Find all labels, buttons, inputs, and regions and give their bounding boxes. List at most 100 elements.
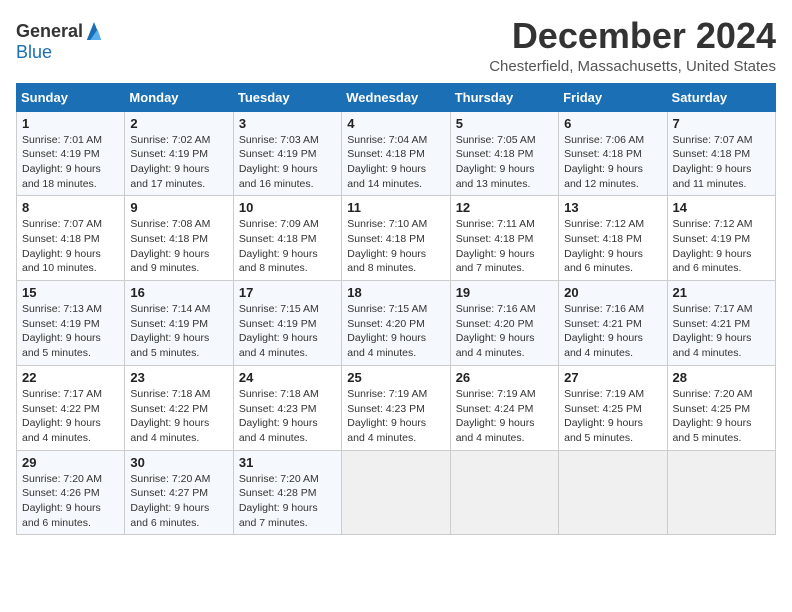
day-info: Sunrise: 7:02 AM Sunset: 4:19 PM Dayligh… bbox=[130, 133, 227, 192]
sunrise-label: Sunrise: 7:20 AM bbox=[239, 473, 319, 485]
day-info: Sunrise: 7:18 AM Sunset: 4:22 PM Dayligh… bbox=[130, 387, 227, 446]
daylight-label: Daylight: 9 hours and 4 minutes. bbox=[130, 417, 209, 444]
sunrise-label: Sunrise: 7:16 AM bbox=[456, 303, 536, 315]
day-number: 20 bbox=[564, 285, 661, 300]
calendar-day-cell: 28 Sunrise: 7:20 AM Sunset: 4:25 PM Dayl… bbox=[667, 365, 775, 450]
calendar-day-cell: 19 Sunrise: 7:16 AM Sunset: 4:20 PM Dayl… bbox=[450, 281, 558, 366]
day-info: Sunrise: 7:19 AM Sunset: 4:25 PM Dayligh… bbox=[564, 387, 661, 446]
day-info: Sunrise: 7:19 AM Sunset: 4:23 PM Dayligh… bbox=[347, 387, 444, 446]
sunrise-label: Sunrise: 7:20 AM bbox=[22, 473, 102, 485]
sunset-label: Sunset: 4:25 PM bbox=[673, 403, 751, 415]
daylight-label: Daylight: 9 hours and 4 minutes. bbox=[456, 417, 535, 444]
day-number: 8 bbox=[22, 200, 119, 215]
day-number: 26 bbox=[456, 370, 553, 385]
daylight-label: Daylight: 9 hours and 14 minutes. bbox=[347, 163, 426, 190]
daylight-label: Daylight: 9 hours and 4 minutes. bbox=[673, 332, 752, 359]
day-number: 11 bbox=[347, 200, 444, 215]
day-info: Sunrise: 7:19 AM Sunset: 4:24 PM Dayligh… bbox=[456, 387, 553, 446]
daylight-label: Daylight: 9 hours and 7 minutes. bbox=[456, 248, 535, 275]
sunrise-label: Sunrise: 7:09 AM bbox=[239, 218, 319, 230]
calendar-week-row: 1 Sunrise: 7:01 AM Sunset: 4:19 PM Dayli… bbox=[17, 111, 776, 196]
daylight-label: Daylight: 9 hours and 13 minutes. bbox=[456, 163, 535, 190]
sunset-label: Sunset: 4:19 PM bbox=[239, 148, 317, 160]
daylight-label: Daylight: 9 hours and 11 minutes. bbox=[673, 163, 752, 190]
daylight-label: Daylight: 9 hours and 5 minutes. bbox=[130, 332, 209, 359]
day-number: 31 bbox=[239, 455, 336, 470]
calendar-day-cell: 22 Sunrise: 7:17 AM Sunset: 4:22 PM Dayl… bbox=[17, 365, 125, 450]
daylight-label: Daylight: 9 hours and 4 minutes. bbox=[456, 332, 535, 359]
calendar-day-cell: 20 Sunrise: 7:16 AM Sunset: 4:21 PM Dayl… bbox=[559, 281, 667, 366]
calendar-week-row: 8 Sunrise: 7:07 AM Sunset: 4:18 PM Dayli… bbox=[17, 196, 776, 281]
calendar-day-cell: 15 Sunrise: 7:13 AM Sunset: 4:19 PM Dayl… bbox=[17, 281, 125, 366]
calendar-day-cell: 7 Sunrise: 7:07 AM Sunset: 4:18 PM Dayli… bbox=[667, 111, 775, 196]
sunrise-label: Sunrise: 7:17 AM bbox=[673, 303, 753, 315]
day-number: 28 bbox=[673, 370, 770, 385]
day-number: 18 bbox=[347, 285, 444, 300]
sunset-label: Sunset: 4:25 PM bbox=[564, 403, 642, 415]
sunrise-label: Sunrise: 7:17 AM bbox=[22, 388, 102, 400]
day-number: 22 bbox=[22, 370, 119, 385]
day-number: 9 bbox=[130, 200, 227, 215]
calendar-day-cell bbox=[450, 450, 558, 535]
logo: General Blue bbox=[16, 20, 103, 63]
daylight-label: Daylight: 9 hours and 6 minutes. bbox=[564, 248, 643, 275]
sunset-label: Sunset: 4:22 PM bbox=[130, 403, 208, 415]
day-number: 25 bbox=[347, 370, 444, 385]
day-number: 7 bbox=[673, 116, 770, 131]
day-info: Sunrise: 7:14 AM Sunset: 4:19 PM Dayligh… bbox=[130, 302, 227, 361]
daylight-label: Daylight: 9 hours and 16 minutes. bbox=[239, 163, 318, 190]
day-info: Sunrise: 7:12 AM Sunset: 4:18 PM Dayligh… bbox=[564, 217, 661, 276]
sunset-label: Sunset: 4:23 PM bbox=[239, 403, 317, 415]
day-number: 17 bbox=[239, 285, 336, 300]
day-info: Sunrise: 7:18 AM Sunset: 4:23 PM Dayligh… bbox=[239, 387, 336, 446]
sunrise-label: Sunrise: 7:12 AM bbox=[673, 218, 753, 230]
calendar-day-cell: 12 Sunrise: 7:11 AM Sunset: 4:18 PM Dayl… bbox=[450, 196, 558, 281]
sunset-label: Sunset: 4:22 PM bbox=[22, 403, 100, 415]
daylight-label: Daylight: 9 hours and 4 minutes. bbox=[22, 417, 101, 444]
daylight-label: Daylight: 9 hours and 18 minutes. bbox=[22, 163, 101, 190]
sunrise-label: Sunrise: 7:01 AM bbox=[22, 134, 102, 146]
daylight-label: Daylight: 9 hours and 5 minutes. bbox=[564, 417, 643, 444]
sunrise-label: Sunrise: 7:07 AM bbox=[673, 134, 753, 146]
daylight-label: Daylight: 9 hours and 12 minutes. bbox=[564, 163, 643, 190]
sunset-label: Sunset: 4:24 PM bbox=[456, 403, 534, 415]
calendar-day-cell: 18 Sunrise: 7:15 AM Sunset: 4:20 PM Dayl… bbox=[342, 281, 450, 366]
day-number: 6 bbox=[564, 116, 661, 131]
calendar-day-cell bbox=[342, 450, 450, 535]
weekday-header-tuesday: Tuesday bbox=[233, 83, 341, 111]
calendar-day-cell bbox=[667, 450, 775, 535]
daylight-label: Daylight: 9 hours and 5 minutes. bbox=[673, 417, 752, 444]
sunrise-label: Sunrise: 7:13 AM bbox=[22, 303, 102, 315]
title-section: December 2024 Chesterfield, Massachusett… bbox=[489, 16, 776, 75]
weekday-header-wednesday: Wednesday bbox=[342, 83, 450, 111]
day-info: Sunrise: 7:07 AM Sunset: 4:18 PM Dayligh… bbox=[22, 217, 119, 276]
daylight-label: Daylight: 9 hours and 6 minutes. bbox=[130, 502, 209, 529]
day-info: Sunrise: 7:16 AM Sunset: 4:20 PM Dayligh… bbox=[456, 302, 553, 361]
day-info: Sunrise: 7:15 AM Sunset: 4:20 PM Dayligh… bbox=[347, 302, 444, 361]
daylight-label: Daylight: 9 hours and 8 minutes. bbox=[239, 248, 318, 275]
calendar-week-row: 29 Sunrise: 7:20 AM Sunset: 4:26 PM Dayl… bbox=[17, 450, 776, 535]
page-header: General Blue December 2024 Chesterfield,… bbox=[16, 16, 776, 75]
daylight-label: Daylight: 9 hours and 7 minutes. bbox=[239, 502, 318, 529]
sunset-label: Sunset: 4:21 PM bbox=[673, 318, 751, 330]
calendar-day-cell: 6 Sunrise: 7:06 AM Sunset: 4:18 PM Dayli… bbox=[559, 111, 667, 196]
sunset-label: Sunset: 4:18 PM bbox=[456, 233, 534, 245]
calendar-day-cell: 17 Sunrise: 7:15 AM Sunset: 4:19 PM Dayl… bbox=[233, 281, 341, 366]
calendar-day-cell: 11 Sunrise: 7:10 AM Sunset: 4:18 PM Dayl… bbox=[342, 196, 450, 281]
sunset-label: Sunset: 4:18 PM bbox=[239, 233, 317, 245]
calendar-week-row: 15 Sunrise: 7:13 AM Sunset: 4:19 PM Dayl… bbox=[17, 281, 776, 366]
sunrise-label: Sunrise: 7:14 AM bbox=[130, 303, 210, 315]
calendar-day-cell: 13 Sunrise: 7:12 AM Sunset: 4:18 PM Dayl… bbox=[559, 196, 667, 281]
calendar-day-cell: 1 Sunrise: 7:01 AM Sunset: 4:19 PM Dayli… bbox=[17, 111, 125, 196]
day-number: 5 bbox=[456, 116, 553, 131]
day-info: Sunrise: 7:03 AM Sunset: 4:19 PM Dayligh… bbox=[239, 133, 336, 192]
day-info: Sunrise: 7:20 AM Sunset: 4:27 PM Dayligh… bbox=[130, 472, 227, 531]
calendar-day-cell: 21 Sunrise: 7:17 AM Sunset: 4:21 PM Dayl… bbox=[667, 281, 775, 366]
calendar-day-cell: 24 Sunrise: 7:18 AM Sunset: 4:23 PM Dayl… bbox=[233, 365, 341, 450]
daylight-label: Daylight: 9 hours and 4 minutes. bbox=[239, 332, 318, 359]
sunset-label: Sunset: 4:19 PM bbox=[130, 318, 208, 330]
sunset-label: Sunset: 4:28 PM bbox=[239, 487, 317, 499]
day-info: Sunrise: 7:15 AM Sunset: 4:19 PM Dayligh… bbox=[239, 302, 336, 361]
daylight-label: Daylight: 9 hours and 4 minutes. bbox=[347, 417, 426, 444]
sunset-label: Sunset: 4:20 PM bbox=[456, 318, 534, 330]
